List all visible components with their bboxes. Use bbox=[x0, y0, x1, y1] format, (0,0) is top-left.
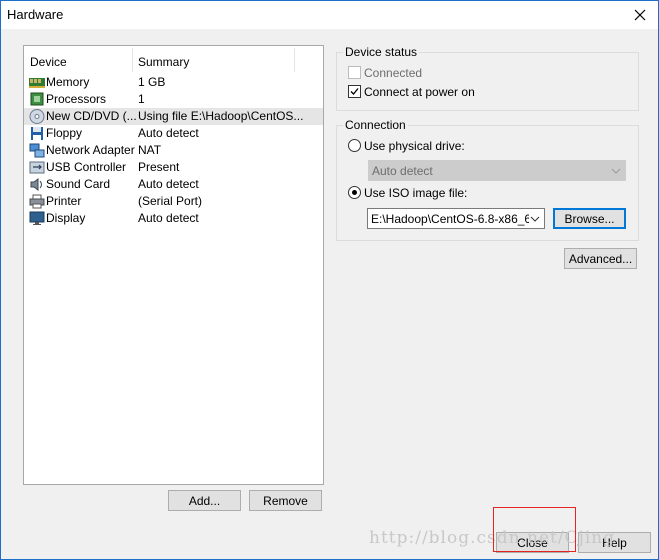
device-list-header: Device Summary bbox=[24, 46, 323, 73]
device-row-sound-card[interactable]: Sound Card Auto detect bbox=[24, 176, 323, 193]
device-row-processors[interactable]: Processors 1 bbox=[24, 91, 323, 108]
connected-label: Connected bbox=[364, 66, 423, 80]
window-title: Hardware bbox=[7, 7, 64, 22]
connect-at-power-on-label: Connect at power on bbox=[364, 85, 475, 99]
processor-icon bbox=[29, 92, 45, 107]
remove-button[interactable]: Remove bbox=[249, 490, 322, 511]
title-bar: Hardware bbox=[1, 1, 658, 29]
device-summary: Auto detect bbox=[138, 126, 199, 140]
device-name: New CD/DVD (... bbox=[46, 109, 137, 123]
device-name: Network Adapter bbox=[46, 143, 135, 157]
device-name: Floppy bbox=[46, 126, 83, 140]
connect-at-power-on-checkbox[interactable] bbox=[348, 85, 361, 98]
iso-image-path-select[interactable]: E:\Hadoop\CentOS-6.8-x86_64- bbox=[367, 208, 545, 229]
display-icon bbox=[29, 211, 45, 226]
usb-icon bbox=[29, 160, 45, 175]
column-summary[interactable]: Summary bbox=[138, 55, 189, 69]
device-summary: NAT bbox=[138, 143, 162, 157]
column-separator bbox=[294, 48, 295, 72]
floppy-icon bbox=[29, 126, 45, 141]
device-summary: (Serial Port) bbox=[138, 194, 203, 208]
device-status-group: Device status Connected Connect at power… bbox=[336, 45, 639, 111]
physical-drive-select[interactable]: Auto detect bbox=[368, 160, 626, 181]
printer-icon bbox=[29, 194, 45, 209]
close-icon[interactable] bbox=[630, 5, 650, 25]
device-row-display[interactable]: Display Auto detect bbox=[24, 210, 323, 227]
device-row-usb-controller[interactable]: USB Controller Present bbox=[24, 159, 323, 176]
chevron-down-icon bbox=[530, 216, 540, 222]
add-button[interactable]: Add... bbox=[168, 490, 241, 511]
device-list[interactable]: Device Summary Memory 1 GB Processors 1 bbox=[23, 45, 324, 485]
device-summary: Using file E:\Hadoop\CentOS... bbox=[138, 109, 304, 123]
use-iso-image-label: Use ISO image file: bbox=[364, 186, 468, 200]
device-row-floppy[interactable]: Floppy Auto detect bbox=[24, 125, 323, 142]
connected-checkbox[interactable] bbox=[348, 66, 361, 79]
device-row-cd-dvd[interactable]: New CD/DVD (... Using file E:\Hadoop\Cen… bbox=[24, 108, 323, 125]
device-name: USB Controller bbox=[46, 160, 127, 174]
physical-drive-value: Auto detect bbox=[372, 164, 433, 178]
cd-dvd-icon bbox=[29, 109, 45, 124]
column-device[interactable]: Device bbox=[30, 55, 67, 69]
advanced-button[interactable]: Advanced... bbox=[564, 248, 637, 269]
sound-card-icon bbox=[29, 177, 45, 192]
iso-image-path-value: E:\Hadoop\CentOS-6.8-x86_64- bbox=[371, 212, 529, 226]
column-separator bbox=[132, 48, 133, 72]
device-rows: Memory 1 GB Processors 1 New CD/DVD (...… bbox=[24, 74, 323, 227]
radio-dot bbox=[352, 190, 357, 195]
network-adapter-icon bbox=[29, 143, 45, 158]
hardware-dialog: Hardware Device Summary Memory 1 GB Proc… bbox=[0, 0, 659, 560]
use-physical-drive-radio[interactable] bbox=[348, 139, 361, 152]
device-summary: 1 GB bbox=[138, 75, 166, 89]
device-name: Printer bbox=[46, 194, 82, 208]
browse-button[interactable]: Browse... bbox=[553, 208, 626, 229]
close-button-highlight bbox=[493, 507, 576, 552]
device-name: Memory bbox=[46, 75, 90, 89]
device-summary: Present bbox=[138, 160, 180, 174]
use-physical-drive-label: Use physical drive: bbox=[364, 139, 465, 153]
connection-title: Connection bbox=[343, 118, 408, 132]
device-name: Display bbox=[46, 211, 86, 225]
device-name: Processors bbox=[46, 92, 107, 106]
device-name: Sound Card bbox=[46, 177, 111, 191]
device-summary: Auto detect bbox=[138, 177, 199, 191]
device-row-memory[interactable]: Memory 1 GB bbox=[24, 74, 323, 91]
device-row-network-adapter[interactable]: Network Adapter NAT bbox=[24, 142, 323, 159]
device-row-printer[interactable]: Printer (Serial Port) bbox=[24, 193, 323, 210]
device-status-title: Device status bbox=[343, 45, 420, 59]
device-summary: 1 bbox=[138, 92, 145, 106]
device-summary: Auto detect bbox=[138, 211, 199, 225]
use-iso-image-radio[interactable] bbox=[348, 186, 361, 199]
connection-group: Connection Use physical drive: Auto dete… bbox=[336, 118, 639, 241]
memory-icon bbox=[29, 75, 45, 90]
checkmark-icon bbox=[350, 88, 359, 95]
chevron-down-icon bbox=[611, 168, 621, 174]
